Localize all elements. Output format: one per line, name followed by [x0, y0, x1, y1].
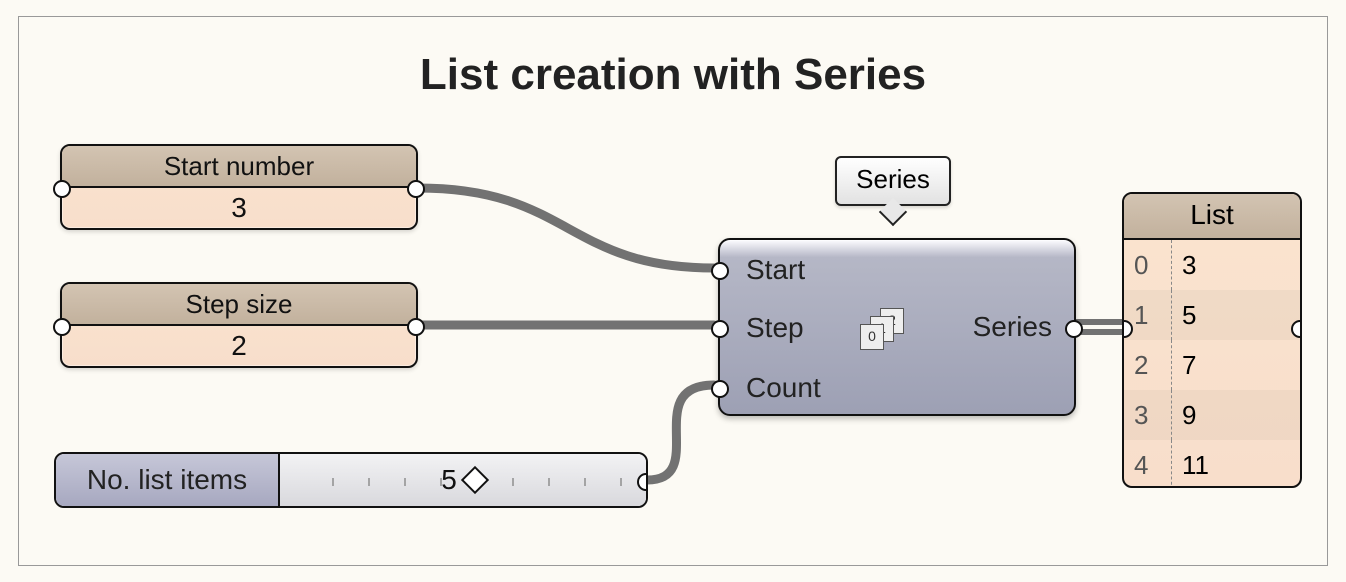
series-input-start: Start	[746, 254, 805, 286]
start-number-panel[interactable]: Start number 3	[60, 144, 418, 230]
list-row-value: 7	[1172, 340, 1301, 390]
port-in[interactable]	[53, 318, 71, 336]
port-in-count[interactable]	[711, 380, 729, 398]
series-tooltip: Series	[835, 156, 951, 206]
count-slider-track[interactable]: 5	[280, 454, 646, 506]
series-output-label: Series	[973, 311, 1052, 343]
list-row: 411	[1124, 440, 1300, 488]
port-in[interactable]	[53, 180, 71, 198]
series-input-step: Step	[746, 312, 804, 344]
start-number-value: 3	[62, 188, 416, 228]
list-output-panel[interactable]: List 03152739411	[1122, 192, 1302, 488]
port-out[interactable]	[407, 318, 425, 336]
count-slider-label: No. list items	[56, 454, 280, 506]
step-size-label: Step size	[62, 284, 416, 326]
port-out[interactable]	[407, 180, 425, 198]
port-out-series[interactable]	[1065, 320, 1083, 338]
list-header: List	[1124, 194, 1300, 240]
slider-handle-icon[interactable]	[461, 466, 489, 494]
list-row: 27	[1124, 340, 1300, 390]
count-slider-value: 5	[441, 464, 457, 496]
list-row-value: 5	[1172, 290, 1301, 340]
diagram-title: List creation with Series	[420, 50, 926, 100]
series-component[interactable]: Start Step Count Series 2 1 0	[718, 238, 1076, 416]
list-row-index: 0	[1124, 240, 1172, 290]
step-size-value: 2	[62, 326, 416, 366]
list-row: 39	[1124, 390, 1300, 440]
list-row: 15	[1124, 290, 1300, 340]
series-icon: 2 1 0	[860, 312, 908, 348]
start-number-label: Start number	[62, 146, 416, 188]
list-row-index: 3	[1124, 390, 1172, 440]
list-row: 03	[1124, 240, 1300, 290]
series-input-count: Count	[746, 372, 821, 404]
step-size-panel[interactable]: Step size 2	[60, 282, 418, 368]
port-out[interactable]	[1291, 320, 1302, 338]
list-row-index: 2	[1124, 340, 1172, 390]
series-tooltip-text: Series	[856, 164, 930, 194]
list-row-index: 4	[1124, 440, 1172, 488]
port-in-step[interactable]	[711, 320, 729, 338]
list-row-value: 3	[1172, 240, 1301, 290]
count-slider[interactable]: No. list items 5	[54, 452, 648, 508]
list-table: 03152739411	[1124, 240, 1300, 488]
list-row-value: 9	[1172, 390, 1301, 440]
port-out[interactable]	[637, 473, 648, 491]
diagram-canvas: List creation with Series Start number 3…	[0, 0, 1346, 582]
port-in-start[interactable]	[711, 262, 729, 280]
list-row-value: 11	[1172, 440, 1301, 488]
